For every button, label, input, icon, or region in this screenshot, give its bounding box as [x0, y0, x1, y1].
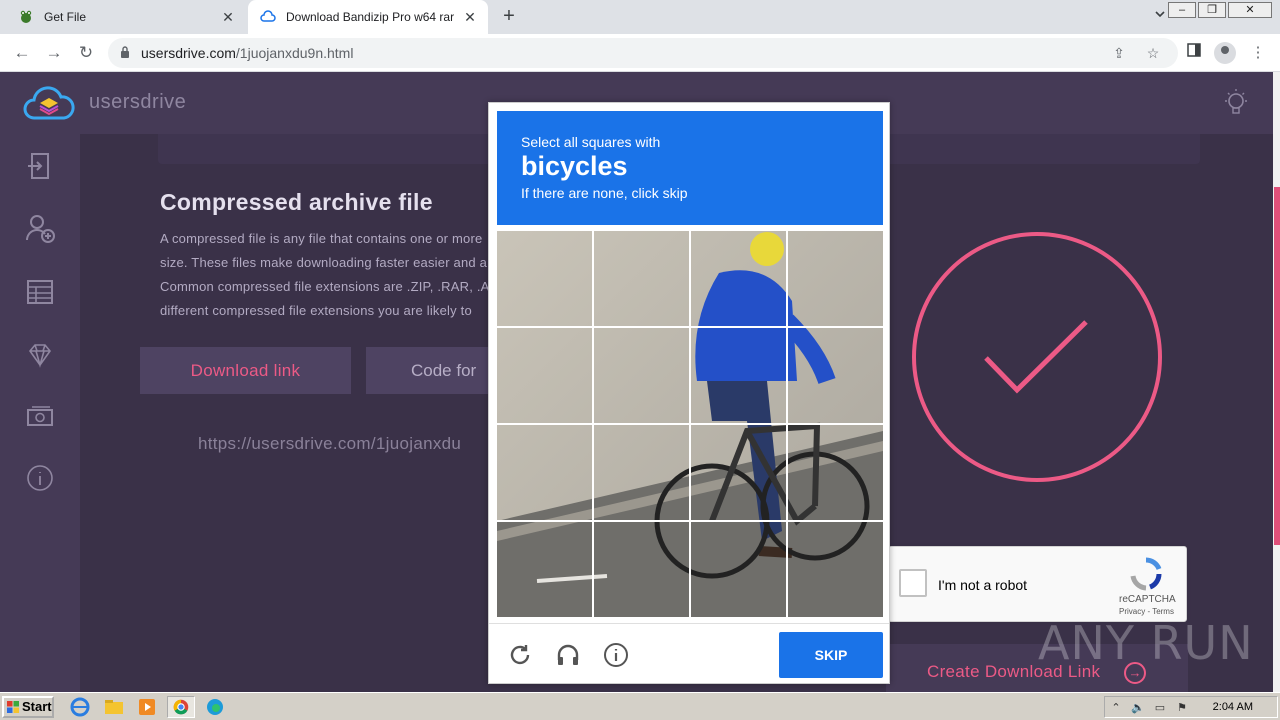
skip-button[interactable]: SKIP — [779, 632, 883, 678]
recaptcha-label: I'm not a robot — [938, 577, 1028, 593]
captcha-image-grid[interactable] — [497, 231, 883, 617]
profile-avatar[interactable] — [1214, 42, 1236, 64]
close-tab-icon[interactable]: ✕ — [462, 9, 478, 25]
bookmark-star-icon[interactable]: ☆ — [1144, 44, 1162, 62]
browser-tab-strip: Get File ✕ Download Bandizip Pro w64 rar… — [0, 0, 1280, 34]
section-title: Compressed archive file — [160, 189, 433, 215]
tab-download-bandizip[interactable]: Download Bandizip Pro w64 rar ✕ — [248, 0, 488, 34]
close-tab-icon[interactable]: ✕ — [220, 9, 236, 25]
tab-get-file[interactable]: Get File ✕ — [0, 0, 246, 34]
tab-title: Get File — [44, 10, 87, 24]
captcha-hint: If there are none, click skip — [521, 185, 688, 201]
internet-explorer-icon[interactable] — [68, 696, 92, 718]
volume-icon[interactable]: 🔈 — [1131, 701, 1145, 715]
window-controls: – ❐ ✕ — [1166, 2, 1272, 18]
url-text: usersdrive.com/1juojanxdu9n.html — [141, 45, 353, 61]
captcha-header: Select all squares with bicycles If ther… — [497, 111, 883, 225]
frog-icon — [18, 9, 34, 25]
paragraph-line: size. These files make downloading faste… — [160, 255, 490, 270]
url-domain: usersdrive.com — [141, 45, 236, 61]
kebab-menu-icon[interactable]: ⋮ — [1248, 43, 1268, 63]
recaptcha-brand: reCAPTCHA — [1119, 594, 1176, 605]
cloud-icon — [260, 9, 276, 25]
network-icon[interactable]: ▭ — [1153, 701, 1167, 715]
url-path: /1juojanxdu9n.html — [235, 45, 354, 61]
download-link-url[interactable]: https://usersdrive.com/1juojanxdu — [198, 434, 498, 454]
reload-icon[interactable]: ↻ — [76, 43, 96, 63]
start-button[interactable]: Start — [2, 696, 54, 718]
captcha-target: bicycles — [521, 151, 628, 181]
system-tray: ⌃ 🔈 ▭ ⚑ 2:04 AM — [1104, 696, 1278, 718]
tab-title: Download Bandizip Pro w64 rar — [286, 10, 455, 24]
clock[interactable]: 2:04 AM — [1213, 701, 1253, 713]
lightbulb-icon[interactable] — [1222, 88, 1250, 118]
anyrun-watermark: ANY RUN — [1038, 616, 1254, 670]
success-check-icon — [912, 232, 1162, 482]
headphones-audio-icon[interactable] — [555, 642, 581, 668]
page-scrollbar-thumb[interactable] — [1274, 187, 1280, 545]
paragraph-line: A compressed file is any file that conta… — [160, 231, 483, 246]
add-user-icon[interactable] — [24, 212, 56, 244]
recaptcha-checkbox[interactable] — [899, 569, 927, 597]
lock-icon — [121, 46, 129, 58]
side-panel-icon[interactable] — [1184, 43, 1204, 63]
back-arrow-icon[interactable]: ← — [12, 43, 32, 63]
windows-taskbar: Start ⌃ 🔈 ▭ ⚑ 2:04 AM — [0, 692, 1280, 720]
info-icon[interactable] — [24, 462, 56, 494]
sign-in-icon[interactable] — [24, 150, 56, 182]
site-brand[interactable]: usersdrive — [89, 91, 186, 114]
action-center-flag-icon[interactable]: ⚑ — [1175, 701, 1189, 715]
paragraph-line: different compressed file extensions you… — [160, 303, 472, 318]
file-explorer-icon[interactable] — [102, 696, 126, 718]
chrome-icon[interactable] — [167, 696, 195, 718]
pricing-table-icon[interactable] — [24, 275, 56, 307]
browser-toolbar: ← → ↻ usersdrive.com/1juojanxdu9n.html ⇪… — [0, 34, 1280, 72]
site-sidebar — [0, 134, 80, 692]
code-for-tab[interactable]: Code for — [366, 347, 496, 394]
address-bar[interactable]: usersdrive.com/1juojanxdu9n.html ⇪ ☆ — [108, 38, 1178, 68]
restore-button[interactable]: ❐ — [1198, 2, 1226, 18]
tray-expand-icon[interactable]: ⌃ — [1109, 701, 1123, 715]
close-window-button[interactable]: ✕ — [1228, 2, 1272, 18]
recaptcha-logo-icon — [1130, 557, 1162, 591]
minimize-button[interactable]: – — [1168, 2, 1196, 18]
diamond-icon[interactable] — [24, 339, 56, 371]
download-link-tab[interactable]: Download link — [140, 347, 351, 394]
recaptcha-widget: I'm not a robot reCAPTCHA Privacy - Term… — [888, 546, 1187, 622]
usersdrive-logo[interactable] — [22, 84, 76, 124]
start-label: Start — [22, 699, 52, 714]
info-icon[interactable] — [603, 642, 629, 668]
recaptcha-privacy-terms[interactable]: Privacy - Terms — [1119, 607, 1174, 616]
reload-icon[interactable] — [507, 642, 533, 668]
edge-icon[interactable] — [203, 696, 227, 718]
windows-flag-icon — [7, 701, 19, 713]
captcha-instruction: Select all squares with — [521, 134, 661, 150]
captcha-challenge-dialog: Select all squares with bicycles If ther… — [488, 102, 890, 684]
captcha-footer: SKIP — [489, 623, 889, 683]
money-icon[interactable] — [24, 400, 56, 432]
forward-arrow-icon[interactable]: → — [44, 43, 64, 63]
share-icon[interactable]: ⇪ — [1110, 44, 1128, 62]
new-tab-button[interactable]: + — [498, 6, 520, 28]
media-player-icon[interactable] — [135, 696, 159, 718]
paragraph-line: Common compressed file extensions are .Z… — [160, 279, 490, 294]
